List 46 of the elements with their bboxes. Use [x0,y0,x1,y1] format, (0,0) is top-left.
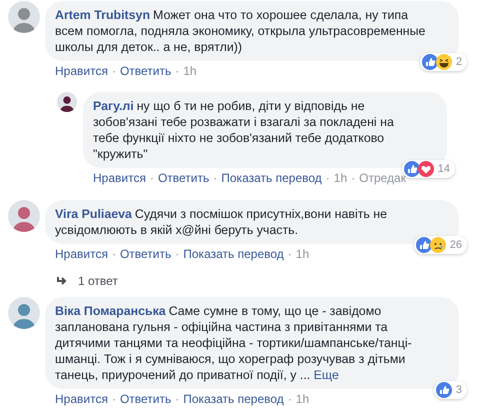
separator-dot: · [112,63,116,79]
action-link[interactable]: Показать перевод [221,170,322,186]
author-link[interactable]: Artem Trubitsyn [55,8,150,22]
comment-text: Artem Trubitsyn Может она что то хорошее сделала, ну типа всем помогла, подняла экономику, открыла ультрасовременные школы для деток.. а не, врятли)) [55,7,426,55]
separator-dot: · [213,170,218,186]
comment-text: Рагу.лі ну що б ти не робив, діти у відповідь не зобов'язані тебе розважати і взагалі за покладені на тебе функції ніхто не зобов'язаний тебе додатково "кружить" [93,98,395,162]
timestamp: 1h [296,391,310,407]
separator-dot: · [112,246,116,262]
timestamp: 1h [296,246,310,262]
separator-dot: · [351,170,356,186]
action-link[interactable]: Нравится [55,246,108,262]
action-link[interactable]: Ответить [120,246,172,262]
timestamp: 1h [334,170,348,186]
separator-dot: · [150,170,154,186]
comment-text: Віка Помаранська Саме сумне в тому, що це - завідомо запланована гульня - офіційна частина з привітаннями та дитячими танцями та неофіційна - тортики/шампанське/танці-шманці. Тож і я сумніваюся, що хореграф розучував з дітьми танець, приурочений до приватної події, у ... Еще [55,303,413,383]
separator-dot: · [288,391,292,407]
action-link[interactable]: Ответить [120,391,172,407]
reaction-count: 2 [456,54,462,70]
separator-dot: · [175,246,180,262]
separator-dot: · [326,170,330,186]
separator-dot: · [175,391,180,407]
action-link[interactable]: Нравится [93,170,146,186]
timestamp: 1h [183,63,197,79]
reaction-count: 14 [438,162,450,176]
comment-text: Vira Puliaeva Судячи з посмішок присутніх,вони навіть не усвідомлюють в якій х@йні беруть участь. [55,206,388,238]
avatar [8,1,40,33]
avatar [57,92,77,112]
separator-dot: · [288,246,292,262]
reaction-count: 3 [456,382,462,398]
see-more-link[interactable]: Еще [314,368,339,382]
separator-dot: · [175,63,180,79]
reply-arrow-icon [56,276,68,286]
action-link[interactable]: Нравится [55,391,108,407]
avatar [8,297,40,329]
separator-dot: · [112,391,116,407]
action-link[interactable]: Показать перевод [183,246,284,262]
reaction-count: 26 [450,238,462,252]
action-link[interactable]: Ответить [120,63,172,79]
replies-link[interactable]: 1 ответ [78,273,118,289]
action-link[interactable]: Показать перевод [183,391,284,407]
action-link[interactable]: Ответить [158,170,210,186]
author-link[interactable]: Віка Помаранська [55,304,166,318]
author-link[interactable]: Vira Puliaeva [55,207,132,221]
author-link[interactable]: Рагу.лі [93,99,134,113]
action-link[interactable]: Нравится [55,63,108,79]
avatar [8,200,40,232]
